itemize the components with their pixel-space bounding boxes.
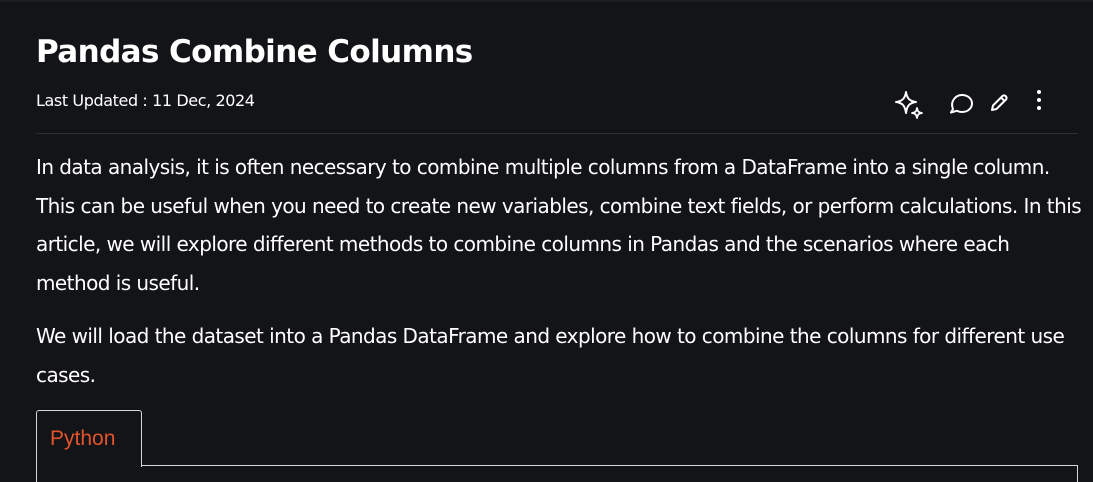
ai-summary-button[interactable] — [892, 87, 926, 123]
tab-python-label: Python — [50, 427, 116, 450]
edit-button[interactable] — [982, 87, 1016, 123]
article-actions — [892, 87, 1062, 123]
pencil-icon — [991, 94, 1008, 111]
tab-python[interactable]: Python — [36, 410, 142, 467]
more-options-button[interactable] — [1022, 87, 1056, 123]
comment-button[interactable] — [944, 87, 978, 123]
sparkle-icon — [895, 91, 923, 119]
comment-icon — [950, 94, 973, 114]
top-edge — [0, 0, 1093, 2]
code-panel — [36, 465, 1078, 482]
intro-paragraph: In data analysis, it is often necessary … — [36, 155, 1082, 295]
dataset-paragraph: We will load the dataset into a Pandas D… — [36, 324, 1065, 387]
more-vertical-icon — [1037, 90, 1041, 110]
title-divider — [36, 133, 1078, 134]
last-updated: Last Updated : 11 Dec, 2024 — [36, 91, 255, 110]
article-meta: Last Updated : 11 Dec, 2024 — [36, 90, 1078, 126]
code-block: Python — [36, 410, 1078, 482]
page-title: Pandas Combine Columns — [36, 34, 473, 70]
